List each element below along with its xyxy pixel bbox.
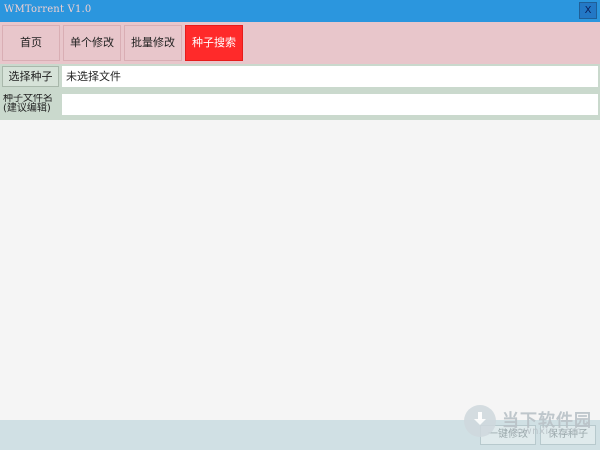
watermark-logo-icon: [464, 405, 496, 437]
tab-batch-edit[interactable]: 批量修改: [124, 25, 182, 61]
file-status-field: 未选择文件: [62, 66, 598, 87]
window-title: WMTorrent V1.0: [4, 4, 92, 15]
title-bar: WMTorrent V1.0 X: [0, 0, 600, 22]
select-torrent-button[interactable]: 选择种子: [2, 66, 59, 87]
torrent-name-label: 种子文件名(建议编辑): [3, 94, 53, 114]
watermark-subtext: downxia.com: [510, 426, 582, 437]
torrent-name-input[interactable]: [62, 94, 598, 115]
tab-home[interactable]: 首页: [2, 25, 60, 61]
tab-single-edit[interactable]: 单个修改: [63, 25, 121, 61]
content-area: [0, 120, 600, 420]
nav-bar: 首页 单个修改 批量修改 种子搜索: [0, 22, 600, 64]
tab-torrent-search[interactable]: 种子搜索: [185, 25, 243, 61]
close-button[interactable]: X: [579, 2, 597, 19]
download-arrow-icon: [474, 412, 486, 425]
